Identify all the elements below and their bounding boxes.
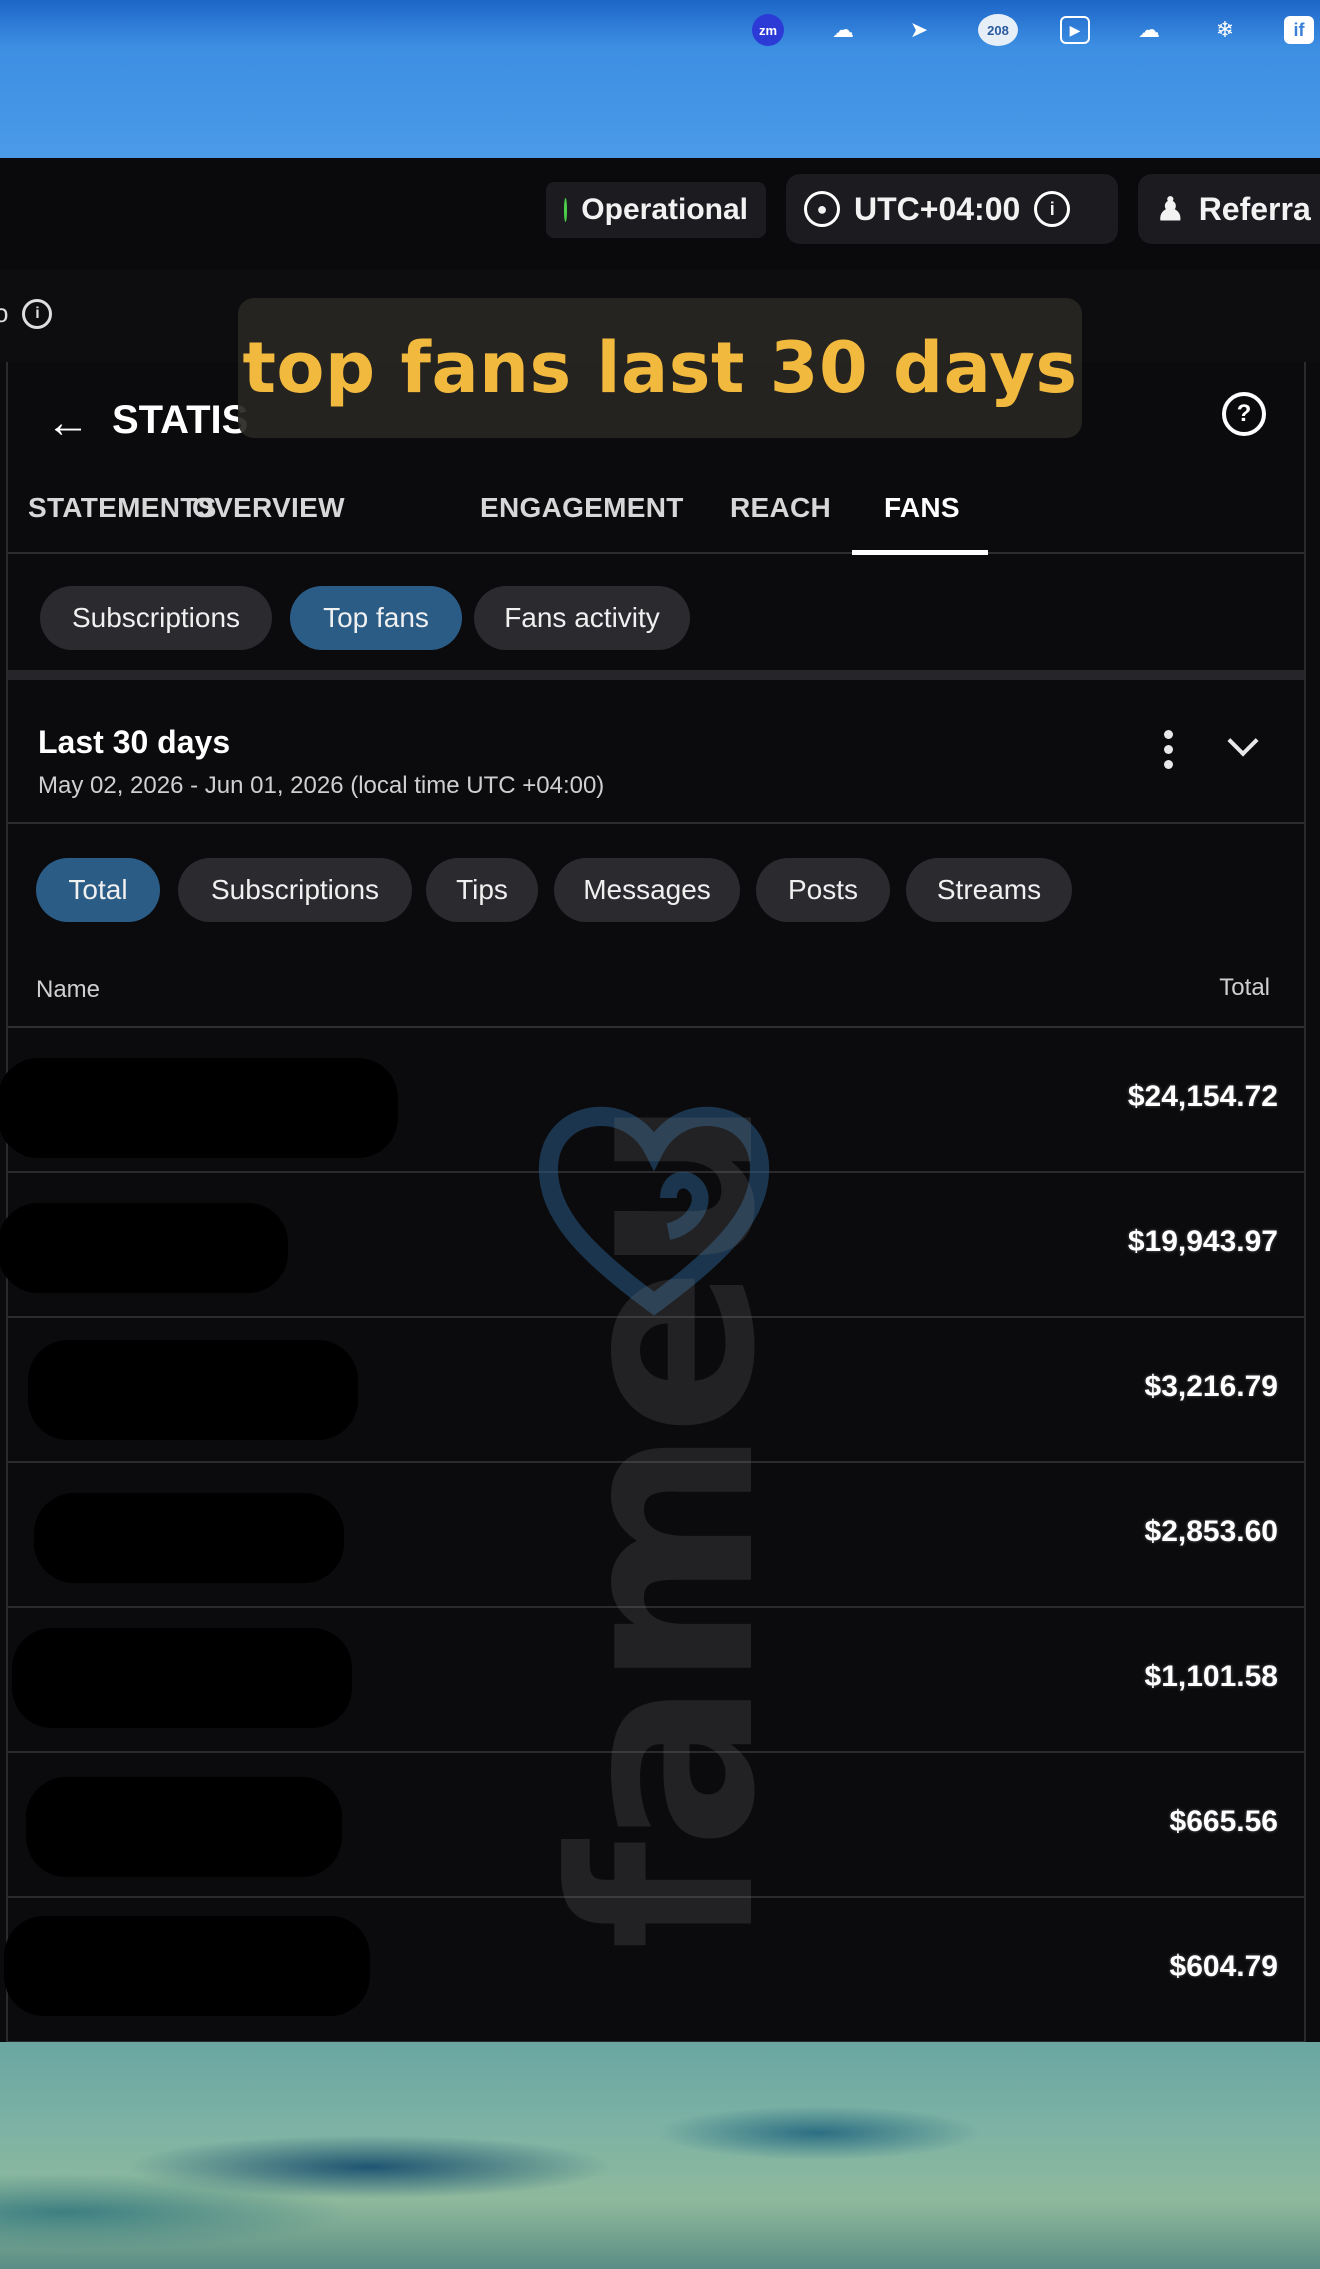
- tab-engagement[interactable]: ENGAGEMENT: [480, 492, 684, 524]
- table-row[interactable]: $24,154.72: [0, 1028, 1304, 1173]
- redacted-name: [34, 1493, 344, 1583]
- referrals-label: Referra: [1198, 190, 1311, 227]
- status-label: Operational: [581, 193, 748, 226]
- cloud-storage-icon[interactable]: ☁: [826, 15, 860, 45]
- menubar-icons: zm ☁ ➤ 208 ▶ ☁ ❄ if: [752, 12, 1320, 48]
- background-scenery: [0, 2042, 1320, 2269]
- table-header: Name Total: [8, 962, 1304, 1028]
- app-header: Operational ● UTC+04:00 i ♟ Referra: [0, 158, 1320, 270]
- table-row[interactable]: $1,101.58: [8, 1608, 1304, 1753]
- info-app-icon[interactable]: if: [1284, 16, 1314, 44]
- active-tab-indicator: [852, 550, 988, 555]
- filter-streams[interactable]: Streams: [906, 858, 1072, 922]
- strip-fragment: o i: [0, 298, 53, 329]
- table-row[interactable]: $604.79: [4, 1898, 1304, 2043]
- redacted-name: [12, 1628, 352, 1728]
- tab-statements[interactable]: STATEMENTS: [28, 492, 217, 524]
- redacted-name: [4, 1916, 370, 2016]
- fan-total: $604.79: [1169, 1950, 1278, 1983]
- user-add-icon: ♟: [1156, 191, 1185, 227]
- table-row[interactable]: $19,943.97: [0, 1173, 1304, 1318]
- cast-icon[interactable]: ➤: [902, 15, 936, 45]
- range-subtitle: May 02, 2026 - Jun 01, 2026 (local time …: [38, 772, 605, 799]
- tab-fans[interactable]: FANS: [884, 492, 960, 524]
- fan-total: $665.56: [1169, 1805, 1278, 1838]
- fan-total: $3,216.79: [1144, 1370, 1278, 1403]
- date-range-header: Last 30 days May 02, 2026 - Jun 01, 2026…: [8, 700, 1304, 824]
- weather-badge-icon[interactable]: 208: [978, 14, 1018, 46]
- timezone-button[interactable]: ● UTC+04:00 i: [786, 174, 1118, 244]
- table-row[interactable]: $3,216.79: [8, 1318, 1304, 1463]
- zoom-icon[interactable]: zm: [752, 14, 784, 46]
- filter-messages[interactable]: Messages: [554, 858, 740, 922]
- redacted-name: [26, 1777, 342, 1877]
- tab-reach[interactable]: REACH: [730, 492, 831, 524]
- column-total[interactable]: Total: [1219, 974, 1270, 1002]
- table-row[interactable]: $2,853.60: [8, 1463, 1304, 1608]
- subtab-fans-activity[interactable]: Fans activity: [474, 586, 690, 650]
- help-icon[interactable]: ?: [1222, 392, 1266, 436]
- statistics-tabs: STATEMENTS OVERVIEW ENGAGEMENT REACH FAN…: [8, 482, 1304, 555]
- fan-total: $24,154.72: [1127, 1080, 1278, 1113]
- info-icon[interactable]: i: [22, 298, 53, 329]
- fan-total: $1,101.58: [1144, 1660, 1278, 1693]
- fan-total: $19,943.97: [1127, 1225, 1278, 1258]
- earnings-filters: Total Subscriptions Tips Messages Posts …: [8, 840, 1304, 940]
- redacted-name: [28, 1340, 358, 1440]
- status-indicator[interactable]: Operational: [546, 182, 766, 238]
- back-arrow-icon[interactable]: ←: [46, 398, 90, 448]
- referrals-button[interactable]: ♟ Referra: [1138, 174, 1320, 244]
- more-options-icon[interactable]: [1164, 730, 1173, 769]
- table-row[interactable]: $665.56: [8, 1753, 1304, 1898]
- chevron-down-icon[interactable]: [1226, 730, 1256, 760]
- info-icon[interactable]: i: [1034, 191, 1071, 227]
- page-title: STATIS: [112, 398, 249, 442]
- subtab-top-fans[interactable]: Top fans: [290, 586, 462, 650]
- filter-subscriptions[interactable]: Subscriptions: [178, 858, 412, 922]
- fan-total: $2,853.60: [1144, 1515, 1278, 1548]
- filter-total[interactable]: Total: [36, 858, 160, 922]
- tab-overview[interactable]: OVERVIEW: [192, 492, 345, 524]
- strip-fragment-text: o: [0, 298, 9, 328]
- timezone-label: UTC+04:00: [854, 190, 1021, 227]
- statistics-panel: ← STATIS ? STATEMENTS OVERVIEW ENGAGEMEN…: [0, 362, 1306, 2043]
- subtab-subscriptions[interactable]: Subscriptions: [40, 586, 272, 650]
- snowflake-icon[interactable]: ❄: [1208, 15, 1242, 45]
- column-name[interactable]: Name: [36, 976, 100, 1004]
- filter-tips[interactable]: Tips: [426, 858, 538, 922]
- screen-share-icon[interactable]: ▶: [1060, 16, 1090, 44]
- top-fans-table: $24,154.72 $19,943.97 $3,216.79 $2,853.6…: [0, 1028, 1304, 2043]
- redacted-name: [0, 1203, 288, 1293]
- globe-icon: ●: [804, 191, 840, 227]
- system-menubar: zm ☁ ➤ 208 ▶ ☁ ❄ if: [0, 0, 1320, 158]
- filter-posts[interactable]: Posts: [756, 858, 890, 922]
- range-title: Last 30 days: [38, 724, 231, 760]
- cloud-sync-icon[interactable]: ☁: [1132, 15, 1166, 45]
- caption-overlay: top fans last 30 days: [238, 298, 1082, 438]
- redacted-name: [0, 1058, 398, 1158]
- status-dot-icon: [564, 198, 568, 222]
- fans-subtabs: Subscriptions Top fans Fans activity: [8, 556, 1304, 680]
